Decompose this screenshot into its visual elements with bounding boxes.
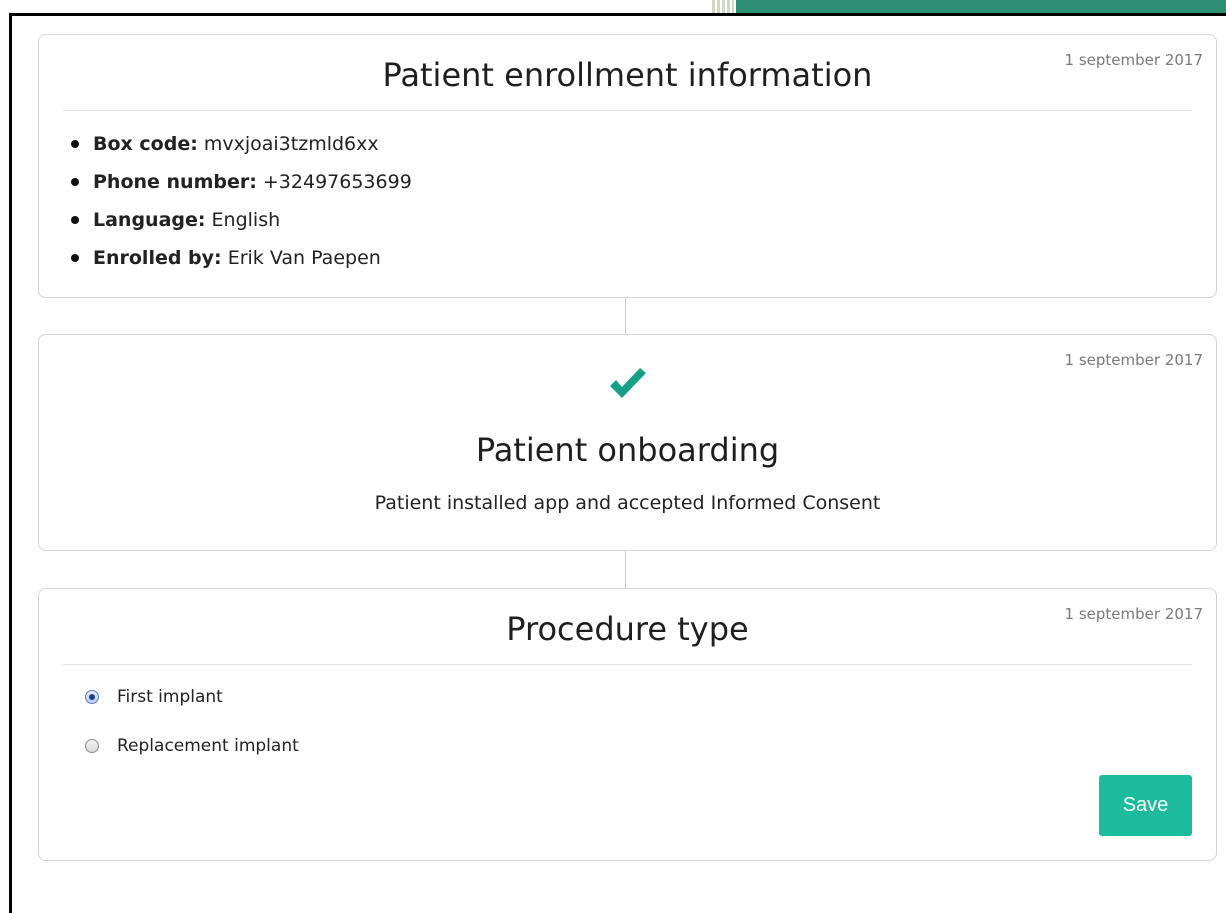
info-value: mvxjoai3tzmld6xx	[203, 133, 379, 155]
info-enrolled-by: Enrolled by: Erik Van Paepen	[71, 239, 1216, 277]
onboarding-date: 1 september 2017	[1064, 351, 1203, 369]
radio-replacement-implant[interactable]: Replacement implant	[85, 734, 299, 758]
radio-button-checked[interactable]	[85, 690, 99, 704]
info-value: Erik Van Paepen	[227, 247, 381, 269]
info-value: English	[211, 209, 281, 231]
info-label: Phone number:	[93, 171, 257, 193]
radio-label: Replacement implant	[117, 736, 299, 756]
info-label: Box code:	[93, 133, 198, 155]
timeline-connector	[625, 298, 626, 334]
topbar-accent	[736, 0, 1226, 14]
radio-button[interactable]	[85, 739, 99, 753]
enrollment-info-list: Box code: mvxjoai3tzmld6xx Phone number:…	[39, 125, 1216, 277]
info-language: Language: English	[71, 201, 1216, 239]
info-label: Enrolled by:	[93, 247, 222, 269]
procedure-divider	[63, 664, 1192, 665]
radio-first-implant[interactable]: First implant	[85, 685, 223, 709]
timeline-connector	[625, 551, 626, 588]
procedure-card: 1 september 2017 Procedure type First im…	[38, 588, 1217, 861]
onboarding-card: 1 september 2017 Patient onboarding Pati…	[38, 334, 1217, 551]
info-box-code: Box code: mvxjoai3tzmld6xx	[71, 125, 1216, 163]
enrollment-card: 1 september 2017 Patient enrollment info…	[38, 34, 1217, 298]
topbar-stripe	[712, 0, 734, 14]
radio-label: First implant	[117, 687, 223, 707]
info-value: +32497653699	[262, 171, 412, 193]
info-label: Language:	[93, 209, 206, 231]
procedure-date: 1 september 2017	[1064, 605, 1203, 623]
enrollment-divider	[63, 110, 1192, 111]
checkmark-icon	[609, 368, 646, 398]
enrollment-date: 1 september 2017	[1064, 51, 1203, 69]
save-button[interactable]: Save	[1099, 775, 1192, 836]
onboarding-title: Patient onboarding	[475, 431, 780, 469]
info-phone-number: Phone number: +32497653699	[71, 163, 1216, 201]
procedure-title: Procedure type	[506, 610, 749, 648]
onboarding-description: Patient installed app and accepted Infor…	[374, 492, 881, 514]
enrollment-title: Patient enrollment information	[382, 56, 873, 94]
